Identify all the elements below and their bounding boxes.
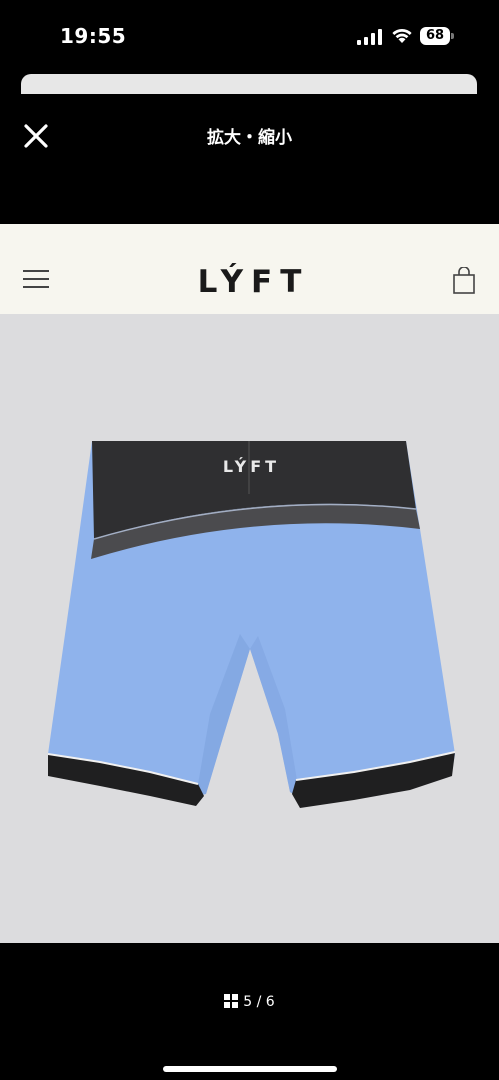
- page-indicator[interactable]: 5 / 6: [0, 994, 499, 1010]
- wifi-icon: [392, 28, 412, 43]
- status-time: 19:55: [60, 24, 127, 48]
- site-header: LÝFT: [0, 224, 499, 314]
- viewer-bottom-bar: 5 / 6: [0, 943, 499, 1080]
- status-bar: 19:55 68: [0, 0, 499, 70]
- shorts-print-logo: LÝFT: [222, 457, 281, 476]
- page-counter: 5 / 6: [243, 994, 275, 1010]
- viewer-title: 拡大・縮小: [207, 128, 292, 148]
- board-shorts-image: [47, 441, 456, 808]
- cellular-signal-icon: [357, 29, 382, 45]
- grid-icon: [224, 994, 239, 1008]
- home-indicator[interactable]: [163, 1066, 337, 1072]
- shopping-bag-icon[interactable]: [452, 267, 476, 295]
- battery-tip: [451, 33, 454, 39]
- sheet-top-edge: [21, 74, 477, 94]
- brand-logo: LÝFT: [197, 264, 310, 300]
- viewer-top-bar: 拡大・縮小: [0, 100, 499, 170]
- product-photo: LÝFT: [0, 314, 499, 943]
- zoomable-image[interactable]: LÝFT LÝFT: [0, 224, 499, 943]
- battery-icon: 68: [420, 27, 456, 45]
- battery-level: 68: [420, 27, 450, 45]
